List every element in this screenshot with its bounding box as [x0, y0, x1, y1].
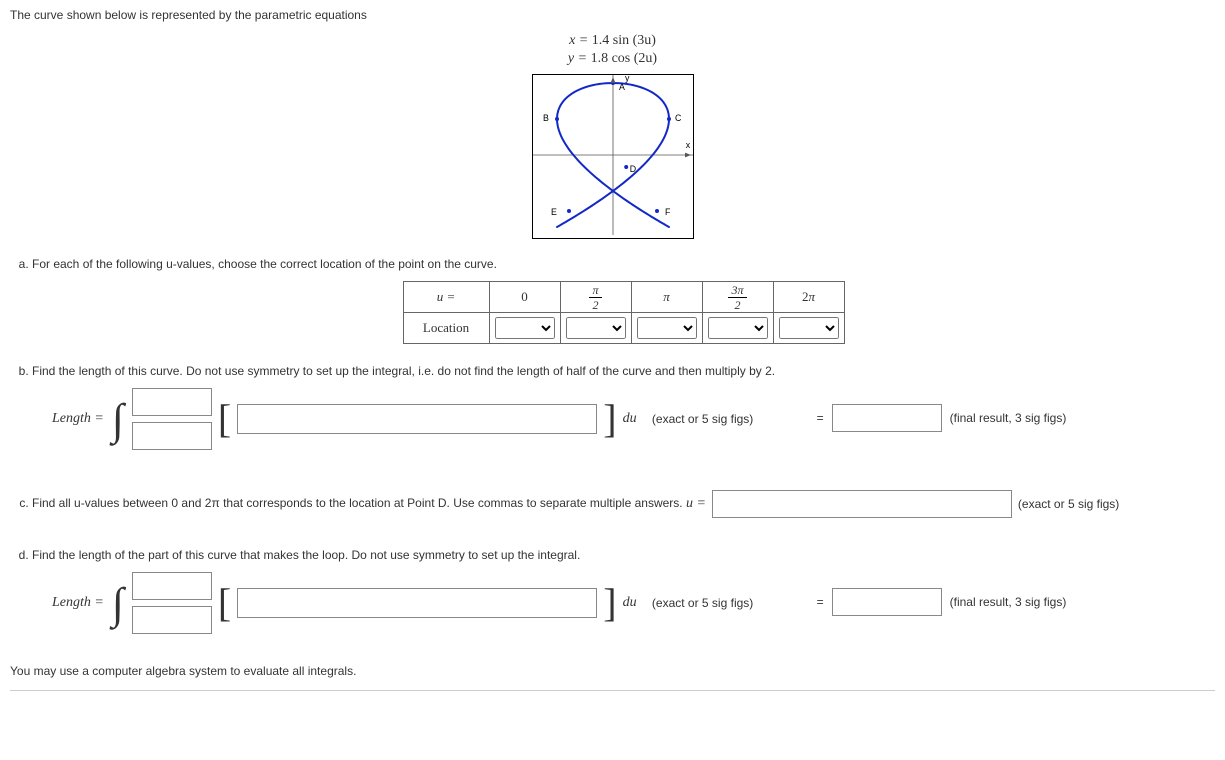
result-hint-d: (final result, 3 sig figs) [950, 595, 1067, 609]
axis-label-x: x [685, 140, 690, 150]
left-bracket-icon: [ [218, 587, 231, 619]
point-label-A: A [619, 83, 625, 93]
integrand-hint-d: (exact or 5 sig figs) [652, 596, 753, 610]
point-label-B: B [543, 113, 549, 123]
right-bracket-icon: ] [603, 587, 616, 619]
u-label-c: u = [686, 496, 706, 512]
location-select-1[interactable] [566, 317, 626, 339]
point-label-C: C [675, 113, 682, 123]
du-label-b: du [623, 411, 637, 427]
integrand-hint-b: (exact or 5 sig figs) [652, 412, 753, 426]
u-values-input-c[interactable] [712, 490, 1012, 518]
part-b: Find the length of this curve. Do not us… [32, 364, 1215, 460]
point-label-E: E [551, 207, 557, 217]
upper-limit-d[interactable] [132, 572, 212, 600]
part-d-prompt: Find the length of the part of this curv… [32, 548, 580, 562]
part-c-prompt: Find all u-values between 0 and 2π that … [32, 496, 683, 510]
part-d: Find the length of the part of this curv… [32, 548, 1215, 644]
axis-label-y: y [625, 75, 630, 83]
right-bracket-icon: ] [603, 403, 616, 435]
integral-symbol-icon: ∫ [112, 584, 124, 624]
equals-b: = [817, 411, 824, 425]
point-label-D: D [629, 164, 635, 174]
part-c: Find all u-values between 0 and 2π that … [32, 480, 1215, 528]
upper-limit-b[interactable] [132, 388, 212, 416]
length-label-d: Length = [52, 595, 104, 611]
point-label-F: F [665, 207, 671, 217]
integrand-input-b[interactable] [237, 404, 597, 434]
location-select-0[interactable] [495, 317, 555, 339]
integral-symbol-icon: ∫ [112, 400, 124, 440]
result-hint-b: (final result, 3 sig figs) [950, 411, 1067, 425]
part-b-prompt: Find the length of this curve. Do not us… [32, 364, 775, 378]
location-select-3[interactable] [708, 317, 768, 339]
hint-c: (exact or 5 sig figs) [1018, 497, 1119, 511]
location-select-2[interactable] [637, 317, 697, 339]
left-bracket-icon: [ [218, 403, 231, 435]
integrand-input-d[interactable] [237, 588, 597, 618]
lower-limit-b[interactable] [132, 422, 212, 450]
lower-limit-d[interactable] [132, 606, 212, 634]
du-label-d: du [623, 595, 637, 611]
intro-text: The curve shown below is represented by … [10, 8, 1215, 22]
u-value-table: u = 0 π2 π 3π2 2π Location [403, 281, 845, 344]
curve-graph: A B C D E F y x [532, 74, 694, 239]
result-input-b[interactable] [832, 404, 942, 432]
location-select-4[interactable] [779, 317, 839, 339]
parametric-equations: x = 1.4 sin (3u) y = 1.8 cos (2u) [10, 32, 1215, 68]
length-label-b: Length = [52, 411, 104, 427]
part-a: For each of the following u-values, choo… [32, 257, 1215, 344]
part-a-prompt: For each of the following u-values, choo… [32, 257, 497, 271]
result-input-d[interactable] [832, 588, 942, 616]
footnote: You may use a computer algebra system to… [10, 664, 1215, 678]
equals-d: = [817, 595, 824, 609]
